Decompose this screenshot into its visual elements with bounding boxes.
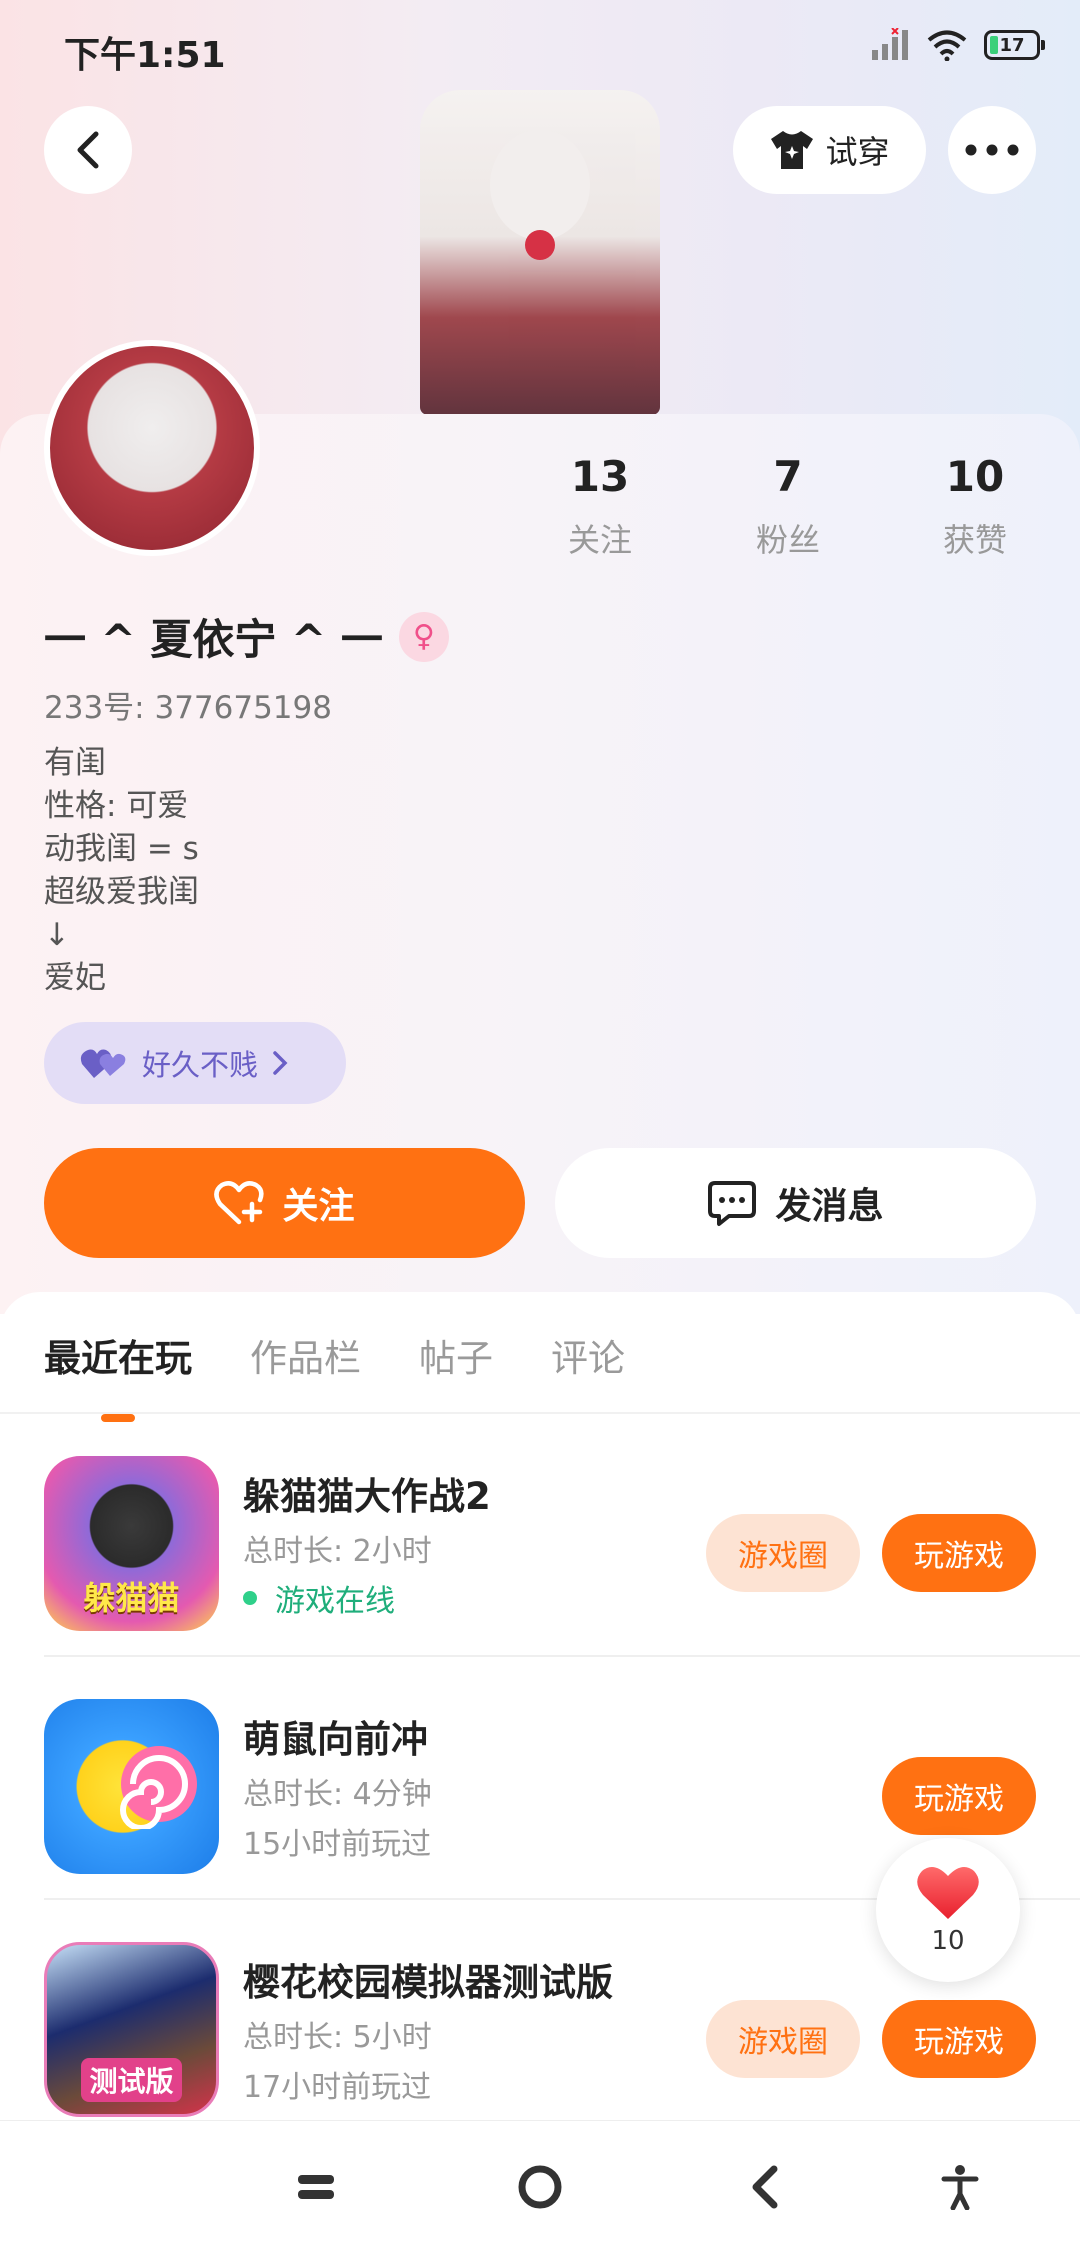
status-bar: 下午1:51 17	[0, 0, 1080, 96]
stat-likes-count: 10	[945, 452, 1005, 501]
tab-comments[interactable]: 评论	[551, 1328, 625, 1382]
follow-button[interactable]: 关注	[44, 1148, 525, 1258]
game-last-played: 17小时前玩过	[243, 2070, 432, 2105]
bio-text: 有闺 性格: 可爱 动我闺 = s 超级爱我闺 ↓ 爱妃	[44, 742, 199, 1000]
nav-menu-button[interactable]	[286, 2157, 346, 2217]
bio-line: ↓	[44, 917, 70, 953]
character-bow	[525, 230, 555, 260]
username: 一 ^ 夏依宁 ^ 一	[44, 615, 383, 664]
nav-accessibility-button[interactable]	[930, 2157, 990, 2217]
profile-avatar[interactable]	[44, 340, 260, 556]
game-icon: 躲猫猫	[44, 1456, 219, 1631]
game-title: 躲猫猫大作战2	[243, 1475, 491, 1518]
character-head	[490, 130, 590, 240]
double-heart-icon	[80, 1049, 126, 1078]
status-time: 下午1:51	[64, 35, 226, 76]
relationship-tag[interactable]: 好久不贱	[44, 1022, 346, 1104]
bio-line: 动我闺 = s	[44, 831, 199, 867]
play-game-button[interactable]: 玩游戏	[882, 2000, 1036, 2078]
tab-posts[interactable]: 帖子	[419, 1328, 493, 1382]
content-panel: 最近在玩 作品栏 帖子 评论 躲猫猫 躲猫猫大作战2 总时长: 2小时 游戏在线…	[0, 1292, 1080, 2122]
battery-icon: 17	[984, 30, 1045, 60]
signal-icon	[872, 28, 908, 60]
game-status-text: 游戏在线	[275, 1584, 395, 1619]
tryon-label: 试穿	[825, 133, 890, 171]
chevron-right-icon	[273, 1051, 288, 1075]
status-icons: 17	[870, 28, 1045, 62]
stat-fans-count: 7	[773, 452, 803, 501]
send-message-label: 发消息	[775, 1186, 884, 1227]
nav-home-button[interactable]	[510, 2157, 570, 2217]
heart-icon	[917, 1867, 979, 1919]
play-game-button[interactable]: 玩游戏	[882, 1514, 1036, 1592]
game-icon: 测试版	[44, 1942, 219, 2117]
heart-plus-icon	[214, 1181, 265, 1225]
game-title: 樱花校园模拟器测试版	[243, 1961, 613, 2004]
stat-following-label: 关注	[567, 521, 632, 559]
like-float-button[interactable]: 10	[876, 1838, 1020, 1982]
tryon-button[interactable]: 试穿	[733, 106, 926, 194]
wifi-icon	[927, 30, 967, 61]
game-last-played: 15小时前玩过	[243, 1827, 432, 1862]
bio-line: 性格: 可爱	[44, 788, 189, 824]
game-icon	[44, 1699, 219, 1874]
like-count: 10	[931, 1926, 965, 1956]
online-dot-icon	[243, 1591, 257, 1605]
chat-bubble-icon	[708, 1181, 757, 1226]
bio-line: 有闺	[44, 745, 106, 781]
tshirt-icon	[771, 131, 814, 169]
tab-recently-played[interactable]: 最近在玩	[44, 1328, 192, 1382]
stat-likes[interactable]: 10 获赞	[905, 452, 1045, 561]
stat-following-count: 13	[570, 452, 630, 501]
send-message-button[interactable]: 发消息	[555, 1148, 1036, 1258]
game-icon-text: 测试版	[81, 2058, 182, 2102]
character-avatar-image[interactable]	[420, 90, 660, 415]
stat-following[interactable]: 13 关注	[530, 452, 670, 561]
stat-fans[interactable]: 7 粉丝	[718, 452, 858, 561]
game-circle-button[interactable]: 游戏圈	[706, 1514, 860, 1592]
female-gender-icon: ♀	[398, 611, 449, 662]
user-id[interactable]: 233号: 377675198	[44, 682, 332, 727]
bio-line: 超级爱我闺	[44, 874, 199, 910]
bio-line: 爱妃	[44, 960, 106, 996]
stat-likes-label: 获赞	[942, 521, 1007, 559]
accessibility-icon	[941, 2165, 979, 2210]
nav-back-button[interactable]	[735, 2157, 795, 2217]
game-duration: 总时长: 2小时	[243, 1534, 432, 1569]
game-duration: 总时长: 4分钟	[243, 1777, 432, 1812]
home-circle-icon	[518, 2165, 562, 2209]
tab-works[interactable]: 作品栏	[250, 1328, 361, 1382]
battery-level: 17	[999, 34, 1025, 56]
system-nav-bar	[0, 2120, 1080, 2248]
game-circle-button[interactable]: 游戏圈	[706, 2000, 860, 2078]
play-game-button[interactable]: 玩游戏	[882, 1757, 1036, 1835]
more-button[interactable]	[948, 106, 1036, 194]
game-duration: 总时长: 5小时	[243, 2020, 432, 2055]
game-status: 游戏在线	[243, 1576, 395, 1620]
game-title: 萌鼠向前冲	[243, 1718, 428, 1761]
menu-icon	[298, 2175, 334, 2199]
game-row[interactable]: 躲猫猫 躲猫猫大作战2 总时长: 2小时 游戏在线 游戏圈 玩游戏	[0, 1414, 1080, 1657]
back-icon	[752, 2165, 778, 2209]
username-row: 一 ^ 夏依宁 ^ 一 ♀	[44, 606, 449, 667]
more-dots-icon	[965, 144, 1019, 156]
game-icon-text: 躲猫猫	[83, 1579, 180, 1617]
stat-fans-label: 粉丝	[755, 521, 820, 559]
profile-tabs: 最近在玩 作品栏 帖子 评论	[44, 1328, 625, 1382]
back-button[interactable]	[44, 106, 132, 194]
follow-label: 关注	[282, 1186, 355, 1227]
lollipop-icon	[120, 1746, 197, 1829]
back-arrow-icon	[77, 131, 99, 169]
relationship-tag-label: 好久不贱	[142, 1048, 259, 1082]
